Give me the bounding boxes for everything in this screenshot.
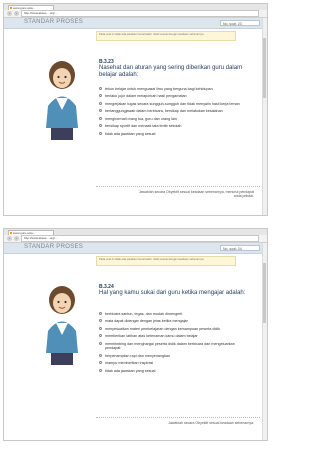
browser-window-1: www.guru-sola... ‹ › http://www.akses...… xyxy=(3,3,268,216)
footer-instruction: Jawablah secara Obyektif sesuai keadaan … xyxy=(168,421,254,425)
info-note: Pada soal ini tidak ada jawaban benar/sa… xyxy=(96,256,236,266)
page-header: STANDAR PROSES No. soal: 23 xyxy=(4,18,267,29)
radio-icon[interactable] xyxy=(99,124,102,128)
question-text: Nasehat dan aturan yang sering diberikan… xyxy=(99,65,243,78)
page-content: STANDAR PROSES No. soal: 24 Pada soal in… xyxy=(4,243,267,440)
radio-icon[interactable] xyxy=(99,87,102,90)
page-title: STANDAR PROSES xyxy=(24,244,84,250)
teacher-avatar-icon xyxy=(46,61,78,140)
radio-icon[interactable] xyxy=(99,101,102,105)
radio-icon[interactable] xyxy=(99,131,102,135)
radio-icon[interactable] xyxy=(99,361,102,365)
info-note: Pada soal ini tidak ada jawaban benar/sa… xyxy=(96,31,236,41)
radio-icon[interactable] xyxy=(99,116,102,120)
divider xyxy=(96,186,260,187)
back-icon[interactable]: ‹ xyxy=(7,11,12,16)
page-title: STANDAR PROSES xyxy=(24,19,84,25)
radio-icon[interactable] xyxy=(99,319,102,323)
answer-option[interactable]: menghormati orang tua, guru dan orang la… xyxy=(99,116,249,121)
radio-icon[interactable] xyxy=(99,326,102,330)
teacher-avatar-icon xyxy=(46,286,78,365)
page-content: STANDAR PROSES No. soal: 23 Pada soal in… xyxy=(4,18,267,215)
radio-icon[interactable] xyxy=(99,109,102,113)
forward-icon[interactable]: › xyxy=(14,236,19,241)
scrollbar[interactable] xyxy=(262,243,267,440)
scrollbar-thumb[interactable] xyxy=(263,38,266,98)
tab-label: www.guru-sola... xyxy=(13,230,36,235)
back-icon[interactable]: ‹ xyxy=(7,236,12,241)
answer-option[interactable]: bertanggungjawab dalam berbicara, bersik… xyxy=(99,109,249,113)
answer-option[interactable]: berlaku jujur dalam melaporkan hasil pen… xyxy=(99,94,249,98)
answer-option[interactable]: memberikan latihan atas ketenaman kamu d… xyxy=(99,334,249,338)
answer-option[interactable]: menyesuaikan materi pembelajaran dengan … xyxy=(99,326,249,331)
forward-icon[interactable]: › xyxy=(14,11,19,16)
radio-icon[interactable] xyxy=(99,353,102,357)
radio-icon[interactable] xyxy=(99,341,102,345)
answer-option[interactable]: tidak ada jawaban yang sesuai xyxy=(99,368,249,373)
radio-icon[interactable] xyxy=(99,368,102,372)
radio-icon[interactable] xyxy=(99,334,102,338)
question-counter: No. soal: 23 xyxy=(220,20,260,26)
radio-icon[interactable] xyxy=(99,94,102,98)
url-field[interactable]: http://www.akses....org/... xyxy=(21,10,259,17)
address-bar-row: ‹ › http://www.akses....org/... xyxy=(4,235,267,243)
radio-icon[interactable] xyxy=(99,312,102,315)
browser-tab[interactable]: www.guru-sola... xyxy=(8,229,54,235)
scrollbar-thumb[interactable] xyxy=(263,263,266,323)
tab-label: www.guru-sola... xyxy=(13,5,36,10)
answer-option[interactable]: berpenampilan rapi dan menyenangkan xyxy=(99,353,249,358)
answer-options: berbicara santun, tegas, dan mudah dimen… xyxy=(99,312,249,376)
question-text: Hal yang kamu sukai dari guru ketika men… xyxy=(99,290,246,296)
site-favicon-icon xyxy=(10,231,12,234)
answer-option[interactable]: berbicara santun, tegas, dan mudah dimen… xyxy=(99,312,249,316)
answer-options: tekun belajar untuk menguasai ilmu yang … xyxy=(99,87,249,139)
answer-option[interactable]: mengerjakan tugas secara sungguh-sungguh… xyxy=(99,101,249,106)
answer-option[interactable]: mampu memberikan inspirasi xyxy=(99,361,249,365)
site-favicon-icon xyxy=(10,6,12,9)
divider xyxy=(96,417,260,418)
question-counter: No. soal: 24 xyxy=(220,245,260,251)
answer-option[interactable]: tidak ada jawaban yang sesuai xyxy=(99,131,249,136)
browser-window-2: www.guru-sola... ‹ › http://www.akses...… xyxy=(3,228,268,441)
answer-option[interactable]: bersikap sportif dan menaati tata tertib… xyxy=(99,124,249,128)
scrollbar[interactable] xyxy=(262,18,267,215)
browser-tab[interactable]: www.guru-sola... xyxy=(8,4,54,10)
address-bar-row: ‹ › http://www.akses....org/... xyxy=(4,10,267,18)
footer-instruction: Jawablah secara Obyektif sesuai keadaan … xyxy=(138,190,254,199)
answer-option[interactable]: mata dapat didengar dengan jelas ketika … xyxy=(99,319,249,323)
page-header: STANDAR PROSES No. soal: 24 xyxy=(4,243,267,254)
answer-option[interactable]: membimbing dan menghargai peserta didik … xyxy=(99,341,249,351)
url-field[interactable]: http://www.akses....org/... xyxy=(21,235,259,242)
answer-option[interactable]: tekun belajar untuk menguasai ilmu yang … xyxy=(99,87,249,91)
